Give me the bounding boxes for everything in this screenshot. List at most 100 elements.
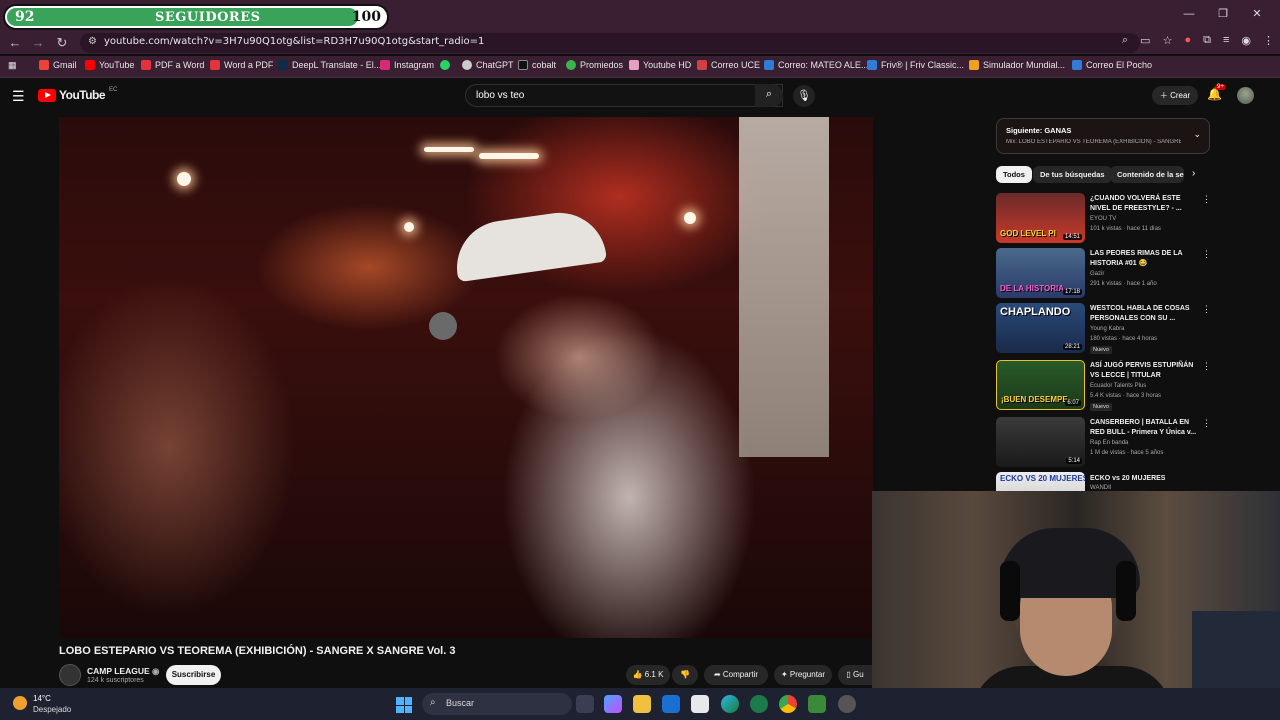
list-item[interactable]: ¡BUEN DESEMPE 6:07 ASÍ JUGÓ PERVIS ESTUP… <box>996 360 1216 411</box>
forward-icon[interactable]: → <box>29 34 47 52</box>
video-thumbnail[interactable]: CHAPLANDO 28:21 <box>996 303 1085 353</box>
like-button[interactable]: 👍 6.1 K <box>626 665 670 685</box>
chip-todos[interactable]: Todos <box>996 166 1032 183</box>
list-item[interactable]: ECKO VS 20 MUJERES ECKO vs 20 MUJERES WA… <box>996 472 1216 491</box>
bookmark-simulador[interactable]: Simulador Mundial... <box>969 60 1065 70</box>
list-item[interactable]: CHAPLANDO 28:21 WESTCOL HABLA DE COSAS P… <box>996 303 1216 354</box>
edge-icon[interactable] <box>721 695 739 713</box>
zoom-icon[interactable]: ⌕ <box>1122 34 1128 47</box>
account-avatar[interactable] <box>1237 87 1254 104</box>
chevron-down-icon[interactable]: ⌄ <box>1193 129 1201 140</box>
up-next-panel[interactable]: Siguiente: GANAS Mix: LOBO ESTEPARIO VS … <box>996 118 1210 154</box>
search-button[interactable]: ⌕ <box>755 84 783 107</box>
bookmark-correo-mateo[interactable]: Correo: MATEO ALE... <box>764 60 868 70</box>
channel-name[interactable]: CAMP LEAGUE ◉ <box>87 666 159 677</box>
create-button[interactable]: ＋ Crear <box>1152 86 1198 105</box>
outlook-icon[interactable] <box>662 695 680 713</box>
store-icon[interactable] <box>691 695 709 713</box>
close-window-button[interactable]: ✕ <box>1240 4 1274 24</box>
bookmark-star-icon[interactable]: ☆ <box>1163 34 1173 47</box>
back-icon[interactable]: ← <box>6 34 24 52</box>
bookmark-correo-pocho[interactable]: Correo El Pocho <box>1072 60 1152 70</box>
channel-avatar[interactable] <box>59 664 81 686</box>
pdf-icon <box>141 60 151 70</box>
obs-icon[interactable] <box>838 695 856 713</box>
taskbar-search[interactable]: ⌕ Buscar <box>422 693 572 715</box>
list-item[interactable]: DE LA HISTORIA 17:18 LAS PEORES RIMAS DE… <box>996 248 1216 298</box>
cast-icon[interactable]: ▭ <box>1140 34 1150 47</box>
extensions-icon[interactable]: ⧉ <box>1203 34 1211 47</box>
more-options-icon[interactable]: ⋮ <box>1202 304 1211 315</box>
bookmark-word-pdf[interactable]: Word a PDF <box>210 60 273 70</box>
bookmark-chatgpt[interactable]: ChatGPT <box>462 60 514 70</box>
video-thumbnail[interactable]: ¡BUEN DESEMPE 6:07 <box>996 360 1085 410</box>
weather-temperature[interactable]: 14°C <box>33 694 51 703</box>
recommendation-title: ECKO vs 20 MUJERES <box>1090 475 1166 482</box>
hamburger-menu-icon[interactable]: ☰ <box>12 88 25 105</box>
url-field[interactable]: ⚙ youtube.com/watch?v=3H7u90Q1otg&list=R… <box>80 33 1140 53</box>
bookmark-correo-uce[interactable]: Correo UCE <box>697 60 760 70</box>
apps-icon[interactable]: ▦ <box>8 60 17 71</box>
bookmark-cobalt[interactable]: cobalt <box>518 60 556 70</box>
bookmark-label: Simulador Mundial... <box>983 60 1066 70</box>
url-text[interactable]: youtube.com/watch?v=3H7u90Q1otg&list=RD3… <box>104 36 484 47</box>
chip-searches[interactable]: De tus búsquedas <box>1033 166 1112 183</box>
search-value[interactable]: lobo vs teo <box>476 90 524 101</box>
chip-channel-content[interactable]: Contenido de la ser <box>1110 166 1184 183</box>
bookmark-friv[interactable]: Friv® | Friv Classic... <box>867 60 964 70</box>
video-thumbnail[interactable]: 5:14 <box>996 417 1085 467</box>
profile-icon[interactable]: ◉ <box>1241 34 1251 47</box>
bookmark-pdf-word[interactable]: PDF a Word <box>141 60 204 70</box>
search-input[interactable]: lobo vs teo ✕ <box>465 84 783 107</box>
windows-start-icon[interactable] <box>396 697 412 713</box>
minimize-button[interactable]: — <box>1172 4 1206 24</box>
recommendation-channel: EYOU TV <box>1090 216 1117 222</box>
bookmark-instagram[interactable]: Instagram <box>380 60 434 70</box>
bookmark-whatsapp[interactable] <box>440 60 450 70</box>
menu-icon[interactable]: ⋮ <box>1263 34 1274 47</box>
video-thumbnail[interactable]: DE LA HISTORIA 17:18 <box>996 248 1085 298</box>
reload-icon[interactable]: ↻ <box>53 34 71 52</box>
chevron-right-icon[interactable]: › <box>1192 168 1195 179</box>
duration-badge: 6:07 <box>1065 400 1081 406</box>
subscribe-button[interactable]: Suscribirse <box>166 665 221 685</box>
bookmark-gmail[interactable]: Gmail <box>39 60 77 70</box>
list-item[interactable]: GOD LEVEL PI 14:51 ¿CUANDO VOLVERÁ ESTE … <box>996 193 1216 243</box>
ask-button[interactable]: ✦ Preguntar <box>774 665 832 685</box>
more-options-icon[interactable]: ⋮ <box>1202 194 1211 205</box>
video-thumbnail[interactable]: ECKO VS 20 MUJERES <box>996 472 1085 491</box>
youtube-region: EC <box>109 87 118 93</box>
weather-condition[interactable]: Despejado <box>33 705 71 714</box>
bookmark-label: Correo: MATEO ALE... <box>778 60 869 70</box>
weather-sun-icon[interactable] <box>13 696 27 710</box>
recommendation-title: WESTCOL HABLA DE COSAS PERSONALES CON SU… <box>1090 305 1190 322</box>
more-options-icon[interactable]: ⋮ <box>1202 249 1211 260</box>
more-options-icon[interactable]: ⋮ <box>1202 361 1211 372</box>
ask-label: Preguntar <box>789 670 826 679</box>
youtube-logo[interactable]: YouTube EC <box>38 87 118 102</box>
voice-search-icon[interactable]: 🎙 <box>793 85 815 107</box>
restore-button[interactable]: ❐ <box>1206 4 1240 24</box>
save-button[interactable]: ▯ Gu <box>838 665 872 685</box>
site-info-icon[interactable]: ⚙ <box>88 36 97 47</box>
list-item[interactable]: 5:14 CANSERBERO | BATALLA EN RED BULL - … <box>996 417 1216 467</box>
share-button[interactable]: ➦ Compartir <box>704 665 768 685</box>
video-player[interactable] <box>59 117 873 638</box>
more-options-icon[interactable]: ⋮ <box>1202 418 1211 429</box>
bookmark-youtube[interactable]: YouTube <box>85 60 134 70</box>
extension-red-icon[interactable]: ● <box>1184 34 1191 47</box>
utorrent-icon[interactable] <box>750 695 768 713</box>
bookmark-label: ChatGPT <box>476 60 514 70</box>
dislike-button[interactable]: 👎 <box>672 665 698 685</box>
task-view-icon[interactable] <box>576 695 594 713</box>
minecraft-icon[interactable] <box>808 695 826 713</box>
copilot-icon[interactable] <box>604 695 622 713</box>
reading-list-icon[interactable]: ≡ <box>1223 34 1229 47</box>
chrome-icon[interactable] <box>779 695 797 713</box>
bookmark-promiedos[interactable]: Promiedos <box>566 60 623 70</box>
bookmark-youtube-hd[interactable]: Youtube HD <box>629 60 691 70</box>
uce-icon <box>697 60 707 70</box>
video-thumbnail[interactable]: GOD LEVEL PI 14:51 <box>996 193 1085 243</box>
file-explorer-icon[interactable] <box>633 695 651 713</box>
bookmark-deepl[interactable]: DeepL Translate - El... <box>278 60 381 70</box>
